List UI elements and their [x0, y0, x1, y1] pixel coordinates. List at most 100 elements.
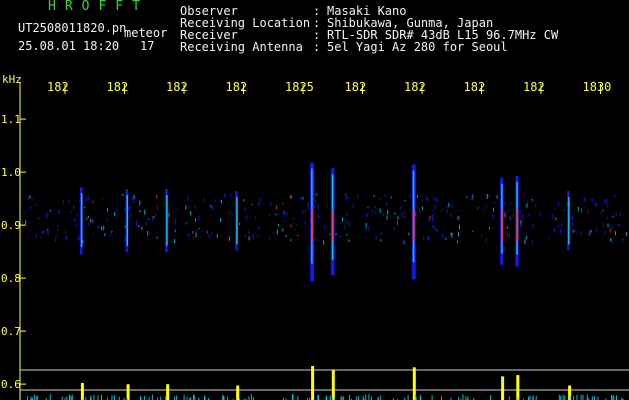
- noise-dot: [591, 198, 593, 202]
- noise-dot: [488, 227, 490, 230]
- noise-dot: [228, 211, 230, 215]
- meteor-core: [236, 196, 238, 245]
- noise-dot: [35, 233, 37, 238]
- noise-dot: [611, 225, 613, 230]
- spectrogram-plot: 1.11.00.90.80.70.6182 182 182 182 1825 182 182…: [1, 80, 629, 400]
- noise-dot: [151, 216, 153, 221]
- noise-dot: [269, 202, 271, 206]
- echo-noise: [564, 395, 566, 400]
- noise-dot: [138, 225, 140, 227]
- noise-dot: [66, 235, 67, 240]
- noise-dot: [446, 205, 448, 208]
- noise-dot: [451, 232, 453, 238]
- noise-dot: [390, 196, 392, 199]
- noise-dot: [522, 214, 524, 216]
- noise-dot: [526, 203, 528, 208]
- x-tick-label: 1825: [285, 80, 314, 94]
- noise-dot: [144, 209, 146, 215]
- noise-dot: [276, 229, 278, 235]
- noise-dot: [175, 230, 177, 232]
- echo-noise: [597, 396, 599, 400]
- echo-noise: [467, 396, 469, 400]
- noise-dot: [258, 225, 260, 230]
- noise-dot: [401, 239, 402, 241]
- noise-dot: [293, 217, 295, 220]
- noise-dot: [74, 218, 75, 221]
- noise-dot: [450, 213, 452, 218]
- noise-dot: [458, 215, 460, 220]
- noise-dot: [290, 195, 292, 199]
- noise-dot: [58, 208, 60, 214]
- noise-dot: [612, 215, 614, 218]
- echo-bar: [516, 375, 520, 400]
- noise-dot: [346, 212, 348, 216]
- echo-noise: [441, 396, 442, 400]
- noise-dot: [472, 230, 474, 232]
- noise-dot: [49, 209, 51, 212]
- noise-dot: [168, 213, 170, 217]
- noise-dot: [477, 206, 478, 210]
- noise-dot: [423, 237, 424, 240]
- y-tick-label: 0.6: [1, 378, 21, 391]
- noise-dot: [324, 227, 326, 230]
- noise-dot: [625, 232, 627, 236]
- noise-dot: [382, 213, 384, 216]
- echo-noise: [27, 396, 29, 400]
- echo-bar: [166, 384, 170, 400]
- noise-dot: [384, 223, 386, 225]
- noise-dot: [124, 226, 126, 228]
- noise-dot: [104, 233, 106, 236]
- noise-dot: [27, 196, 29, 200]
- noise-dot: [606, 199, 607, 203]
- noise-dot: [384, 194, 386, 197]
- noise-dot: [588, 233, 590, 236]
- noise-dot: [187, 196, 189, 201]
- noise-dot: [374, 205, 376, 209]
- echo-noise: [113, 394, 115, 400]
- noise-dot: [141, 226, 143, 231]
- noise-dot: [357, 194, 359, 197]
- noise-dot: [297, 234, 299, 237]
- noise-dot: [570, 217, 572, 219]
- noise-dot: [198, 227, 200, 229]
- noise-dot: [101, 226, 103, 231]
- noise-dot: [212, 206, 213, 210]
- noise-dot: [578, 231, 580, 233]
- echo-noise: [90, 395, 92, 400]
- echo-noise: [465, 396, 467, 400]
- noise-dot: [283, 220, 285, 223]
- noise-dot: [600, 212, 602, 215]
- noise-dot: [203, 197, 204, 202]
- echo-noise: [34, 394, 36, 400]
- echo-noise: [144, 395, 146, 400]
- echo-noise: [368, 394, 370, 400]
- noise-dot: [348, 239, 350, 242]
- noise-dot: [157, 205, 159, 211]
- noise-dot: [305, 210, 307, 212]
- noise-dot: [315, 199, 317, 202]
- noise-dot: [46, 212, 47, 218]
- noise-dot: [459, 224, 460, 230]
- echo-noise: [66, 396, 68, 400]
- noise-dot: [314, 237, 316, 241]
- noise-dot: [457, 216, 459, 220]
- echo-noise: [111, 395, 113, 400]
- noise-dot: [590, 230, 592, 235]
- meteor-peak: [331, 209, 334, 241]
- noise-dot: [47, 229, 49, 231]
- noise-dot: [431, 214, 433, 219]
- noise-dot: [387, 210, 389, 215]
- echo-noise: [318, 394, 319, 400]
- noise-dot: [503, 210, 505, 214]
- echo-bar: [311, 366, 315, 400]
- noise-dot: [251, 203, 253, 205]
- noise-dot: [560, 228, 561, 233]
- echo-noise: [118, 396, 120, 400]
- noise-dot: [614, 194, 616, 198]
- echo-noise: [576, 394, 578, 400]
- noise-dot: [493, 207, 494, 212]
- noise-dot: [42, 230, 44, 234]
- noise-dot: [173, 199, 175, 201]
- noise-dot: [604, 231, 606, 234]
- echo-noise: [342, 396, 344, 400]
